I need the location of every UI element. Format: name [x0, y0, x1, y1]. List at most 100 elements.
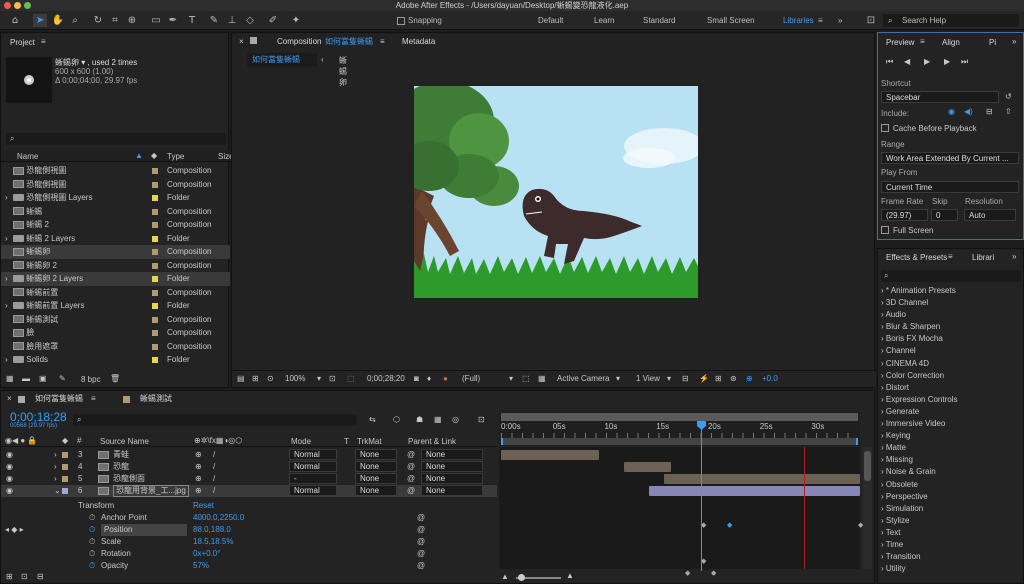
layer-search-input[interactable]: ⌕ — [73, 414, 357, 426]
workspace-small-screen[interactable]: Small Screen — [707, 14, 755, 27]
include-overlays-icon[interactable]: ⊟ — [986, 107, 993, 116]
expand-arrow-icon[interactable]: › — [5, 353, 13, 367]
label-swatch[interactable] — [152, 195, 158, 201]
track-matte-dropdown[interactable]: None — [355, 485, 397, 496]
fast-previews-icon[interactable]: ⚡ — [699, 374, 709, 383]
project-item[interactable]: › 蜥蜴前置 Layers Folder — [1, 299, 230, 313]
keyframe-marker[interactable]: ◆ — [727, 521, 732, 529]
expand-timing-icon[interactable]: ⊟ — [37, 572, 44, 581]
brush-tool-icon[interactable]: ✎ — [207, 14, 221, 27]
layer-row[interactable]: ◉ › 4 恐龍 ⊕ / Normal None @ None — [1, 461, 497, 473]
composition-tab-prefix[interactable]: Composition — [277, 36, 321, 48]
hand-tool-icon[interactable]: ✋ — [51, 14, 65, 27]
cache-checkbox[interactable] — [881, 124, 889, 132]
project-item[interactable]: 恐龍側視圖 Composition — [1, 164, 230, 178]
effects-category[interactable]: › Stylize — [881, 515, 1023, 527]
color-channels-icon[interactable]: ● — [443, 374, 448, 383]
effects-category[interactable]: › Utility — [881, 563, 1023, 575]
expand-arrow-icon[interactable]: › — [5, 272, 13, 286]
workspace-standard[interactable]: Standard — [643, 14, 675, 27]
label-swatch[interactable] — [62, 452, 68, 458]
camera-icon[interactable]: ◙ — [414, 374, 419, 383]
workspace-libraries[interactable]: Libraries — [783, 14, 814, 27]
current-time-display[interactable]: 0;00;28;20 — [367, 374, 405, 383]
workspace-menu-icon[interactable]: ≡ — [818, 14, 823, 27]
eraser-tool-icon[interactable]: ◇ — [243, 14, 257, 27]
label-swatch[interactable] — [152, 262, 158, 269]
camera-dropdown[interactable]: Active Camera — [557, 374, 609, 383]
property-value[interactable]: 88.0,188.0 — [193, 524, 231, 536]
project-search-input[interactable]: ⌕ — [6, 133, 226, 145]
camera-tool-icon[interactable]: ⌗ — [108, 14, 122, 27]
effects-category[interactable]: › Boris FX Mocha — [881, 333, 1023, 345]
new-folder-icon[interactable]: ▬ — [22, 374, 30, 383]
hide-shy-layers-icon[interactable]: ☗ — [416, 415, 423, 424]
composition-canvas[interactable] — [414, 86, 698, 298]
fullscreen-checkbox[interactable] — [881, 226, 889, 234]
expand-arrow-icon[interactable]: › — [5, 232, 13, 246]
pick-whip-icon[interactable]: @ — [417, 512, 425, 524]
mask-visibility-icon[interactable]: ⊙ — [267, 374, 274, 383]
layer-name[interactable]: 恐龍用背景_工...jpg — [113, 485, 189, 497]
effects-category[interactable]: › Distort — [881, 382, 1023, 394]
timeline-tab-2[interactable]: 蜥蜴測試 — [140, 393, 172, 405]
quality-switch-icon[interactable]: / — [213, 461, 215, 473]
draft-3d-icon[interactable]: ⬡ — [393, 415, 400, 424]
close-tab-icon[interactable]: × — [7, 394, 12, 403]
blend-mode-dropdown[interactable]: Normal — [289, 485, 337, 496]
effects-presets-tab[interactable]: Effects & Presets — [886, 252, 947, 264]
label-swatch[interactable] — [152, 249, 158, 255]
play-from-dropdown[interactable]: Current Time — [881, 181, 1019, 193]
label-swatch[interactable] — [152, 330, 158, 336]
paragraph-tab[interactable]: Pi — [989, 37, 996, 49]
current-time[interactable]: 0;00;18;28 — [10, 410, 67, 424]
zoom-out-icon[interactable]: ▲ — [501, 572, 509, 581]
effects-category[interactable]: › Channel — [881, 345, 1023, 357]
chevron-down-icon[interactable]: ▾ — [616, 374, 620, 383]
keyframe-marker[interactable]: ◆ — [685, 569, 690, 577]
frame-rate-dropdown[interactable]: (29.97) — [881, 209, 928, 221]
column-name[interactable]: Name — [17, 152, 38, 161]
transform-label[interactable]: Transform — [78, 501, 114, 510]
rotate-tool-icon[interactable]: ↻ — [91, 14, 105, 27]
label-swatch[interactable] — [152, 208, 158, 215]
shy-switch-icon[interactable]: ⊕ — [195, 473, 202, 485]
skip-dropdown[interactable]: 0 — [931, 209, 958, 221]
work-area-bar[interactable] — [501, 413, 858, 421]
expand-arrow-icon[interactable]: › — [54, 449, 57, 461]
label-swatch[interactable] — [152, 357, 158, 363]
workspace-default[interactable]: Default — [538, 14, 563, 27]
project-item[interactable]: 臉用遮罩 Composition — [1, 340, 230, 354]
playhead[interactable] — [701, 422, 702, 571]
first-frame-icon[interactable]: ⏮ — [886, 57, 893, 67]
composition-menu-icon[interactable]: ≡ — [380, 37, 385, 46]
resolution-dropdown[interactable]: Auto — [964, 209, 1016, 221]
label-swatch[interactable] — [62, 488, 68, 494]
timeline-scrollbar[interactable] — [863, 447, 872, 569]
track-matte-dropdown[interactable]: None — [355, 449, 397, 460]
project-item[interactable]: › 恐龍側視圖 Layers Folder — [1, 191, 230, 205]
range-dropdown[interactable]: Work Area Extended By Current ... — [881, 152, 1019, 164]
quality-switch-icon[interactable]: / — [213, 449, 215, 461]
workspace-overflow-icon[interactable]: » — [838, 14, 842, 27]
layer-name[interactable]: 青蛙 — [113, 449, 129, 461]
previous-frame-icon[interactable]: ◀ — [904, 57, 910, 66]
visibility-eye-icon[interactable]: ◉ — [6, 449, 13, 461]
include-video-icon[interactable]: ◉ — [948, 107, 955, 116]
label-swatch[interactable] — [62, 464, 68, 470]
breadcrumb-item[interactable]: 蜥蜴卵 — [339, 55, 347, 88]
layer-name[interactable]: 恐龍 — [113, 461, 129, 473]
property-row[interactable]: ⏱ Scale 18.5,18.5% @ — [1, 536, 497, 548]
property-value[interactable]: 18.5,18.5% — [193, 536, 233, 548]
layer-row[interactable]: ◉ › 5 恐龍側面 ⊕ / - None @ None — [1, 473, 497, 485]
label-swatch[interactable] — [152, 289, 158, 296]
next-frame-icon[interactable]: ▶ — [944, 57, 950, 66]
time-ruler[interactable]: 0:00s 05s 10s 15s 20s 25s 30s — [499, 412, 860, 446]
effects-category[interactable]: › Matte — [881, 442, 1023, 454]
stopwatch-icon[interactable]: ⏱ — [89, 512, 95, 524]
project-item[interactable]: › Solids Folder — [1, 353, 230, 367]
effects-category[interactable]: › Obsolete — [881, 479, 1023, 491]
effects-category[interactable]: › Missing — [881, 454, 1023, 466]
breadcrumb-item[interactable]: 如何當隻蜥蜴 — [247, 53, 317, 67]
label-column-icon[interactable]: ◆ — [151, 151, 157, 160]
